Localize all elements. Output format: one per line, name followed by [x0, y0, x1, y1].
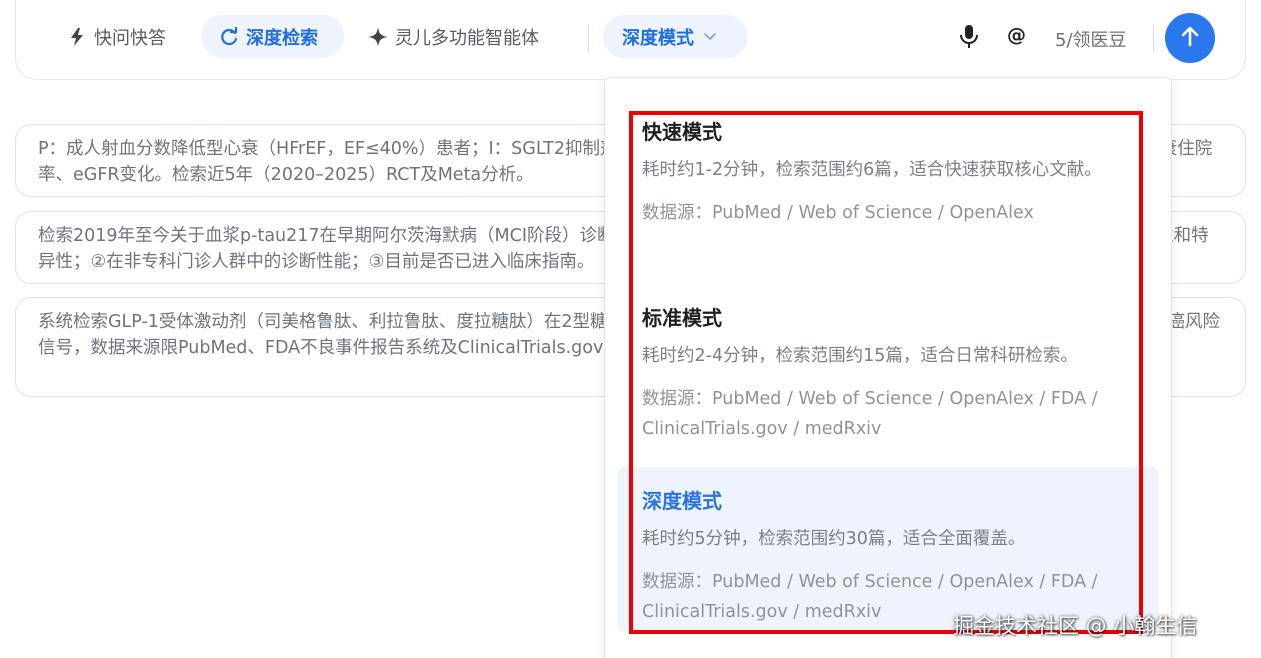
- chevron-down-icon: [703, 32, 717, 42]
- watermark: 掘金技术社区 @ 小翰生信: [953, 614, 1198, 638]
- arrow-up-icon: [1180, 25, 1200, 51]
- mention-button[interactable]: @: [1007, 24, 1026, 46]
- search-mode-value: 深度模式: [622, 27, 694, 49]
- quick-answer-button[interactable]: 快问快答: [66, 15, 166, 58]
- multi-agent-button[interactable]: 灵儿多功能智能体: [367, 15, 539, 58]
- deep-search-label: 深度检索: [246, 27, 318, 49]
- multi-agent-label: 灵儿多功能智能体: [395, 27, 539, 49]
- toolbar-divider: [588, 24, 589, 52]
- lightning-icon: [66, 26, 88, 48]
- sparkle-icon: [367, 26, 389, 48]
- refresh-search-icon: [218, 26, 240, 48]
- annotation-highlight-box: [629, 111, 1143, 634]
- toolbar-divider: [1153, 24, 1154, 52]
- search-mode-select[interactable]: 深度模式: [603, 15, 748, 58]
- send-button[interactable]: [1165, 13, 1215, 63]
- microphone-icon[interactable]: [958, 24, 980, 50]
- bean-balance: 5/领医豆: [1055, 30, 1127, 51]
- deep-search-button[interactable]: 深度检索: [201, 15, 344, 58]
- quick-answer-label: 快问快答: [94, 27, 166, 49]
